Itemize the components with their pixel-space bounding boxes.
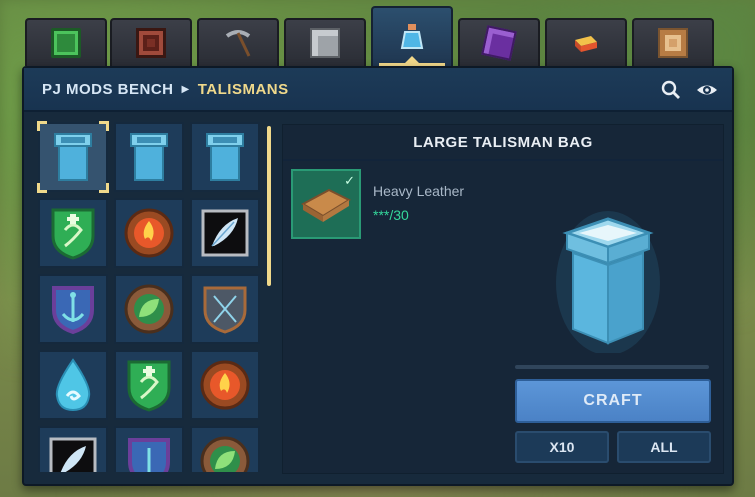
breadcrumb-root[interactable]: PJ MODS BENCH [42, 81, 174, 98]
check-icon: ✓ [344, 173, 355, 188]
target-block-icon [658, 28, 688, 58]
tab-tools[interactable] [197, 18, 279, 66]
header-actions [660, 79, 718, 101]
craft-button[interactable]: CRAFT [515, 379, 711, 423]
water-drop-icon [55, 358, 91, 412]
feather-tablet-icon [201, 209, 249, 257]
grid-slot-talisman-bag[interactable] [37, 121, 109, 193]
recipe-detail-panel: LARGE TALISMAN BAG ✓ Heavy Leather ***/3… [282, 124, 724, 474]
tab-targets[interactable] [632, 18, 714, 66]
talisman-bag-icon [54, 133, 92, 181]
green-serpent-shield-icon [127, 360, 171, 412]
crafting-window: PJ MODS BENCH ▶ TALISMANS LARGE TALISMAN… [22, 66, 734, 486]
blue-potion-icon [400, 24, 424, 49]
green-gem-block-icon [51, 28, 81, 58]
grid-scrollbar[interactable] [267, 126, 271, 286]
grid-slot-water-drop[interactable] [38, 350, 108, 420]
ingredient-slot[interactable]: ✓ [291, 169, 361, 239]
grid-slot-talisman-bag[interactable] [190, 122, 260, 192]
talisman-bag-icon [206, 133, 244, 181]
leaf-medallion-icon [124, 284, 174, 334]
grid-slot-leaf-medallion[interactable] [190, 426, 260, 472]
green-serpent-shield-icon [51, 208, 95, 260]
tab-crystals[interactable] [458, 18, 540, 66]
tab-gem-blocks[interactable] [25, 18, 107, 66]
grid-slot-talisman-bag[interactable] [114, 122, 184, 192]
recipe-title: LARGE TALISMAN BAG [283, 125, 723, 161]
ingredient-name: Heavy Leather [373, 183, 465, 199]
grid-slot-fire-medallion[interactable] [190, 350, 260, 420]
grid-slot-feather-tablet[interactable] [190, 198, 260, 268]
tab-materials[interactable] [545, 18, 627, 66]
gold-bar-icon [575, 36, 597, 52]
tab-talismans[interactable] [371, 6, 453, 66]
pickaxe-icon [225, 30, 251, 57]
craft-progress-divider [515, 365, 709, 369]
anchor-crest-icon [52, 286, 94, 335]
anchor-crest-icon [128, 438, 170, 472]
window-header: PJ MODS BENCH ▶ TALISMANS [24, 68, 732, 112]
fire-medallion-icon [200, 360, 250, 410]
ingredient-count: ***/30 [373, 207, 409, 223]
breadcrumb-current: TALISMANS [197, 80, 289, 98]
stone-shield-icon [203, 286, 247, 334]
tab-crafting[interactable] [110, 18, 192, 66]
breadcrumb-separator-icon: ▶ [181, 83, 190, 95]
talisman-bag-preview-icon [556, 211, 660, 353]
gray-block-icon [310, 28, 340, 58]
eye-icon[interactable] [696, 79, 718, 101]
fire-medallion-icon [124, 208, 174, 258]
grid-slot-anchor-crest[interactable] [114, 426, 184, 472]
grid-slot-anchor-crest[interactable] [38, 274, 108, 344]
category-tabs [0, 0, 755, 68]
recipe-grid [32, 120, 276, 472]
grid-slot-serpent-shield[interactable] [114, 350, 184, 420]
tab-blocks[interactable] [284, 18, 366, 66]
grid-slot-fire-medallion[interactable] [114, 198, 184, 268]
craft-all-button[interactable]: ALL [617, 431, 711, 463]
feather-tablet-icon [49, 437, 97, 472]
grid-slot-feather-tablet[interactable] [38, 426, 108, 472]
grid-slot-stone-shield[interactable] [190, 274, 260, 344]
grid-slot-serpent-shield[interactable] [38, 198, 108, 268]
purple-crystal-icon [481, 25, 517, 61]
craft-x10-button[interactable]: X10 [515, 431, 609, 463]
search-icon[interactable] [660, 79, 682, 101]
crafting-crate-icon [136, 28, 166, 58]
leaf-medallion-icon [200, 436, 250, 472]
talisman-bag-icon [130, 133, 168, 181]
grid-slot-leaf-medallion[interactable] [114, 274, 184, 344]
